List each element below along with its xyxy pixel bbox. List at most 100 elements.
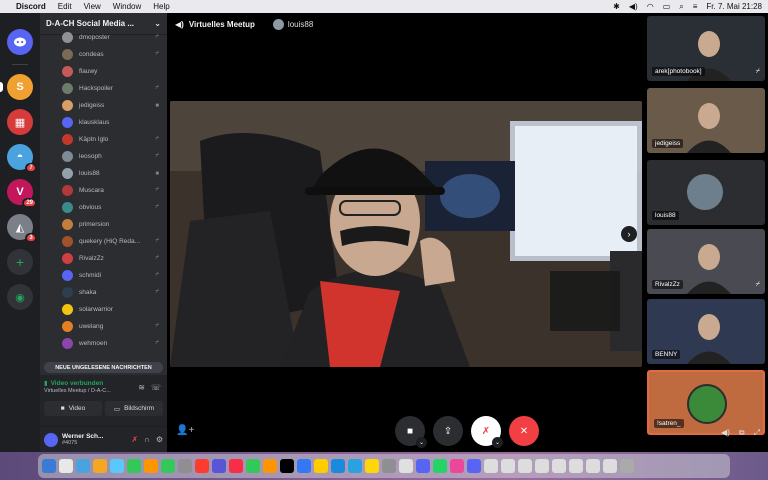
dock-app-icon[interactable] — [212, 459, 226, 473]
server-icon-flag[interactable]: ▦ — [7, 109, 33, 135]
dock-app-icon[interactable] — [110, 459, 124, 473]
dock-app-icon[interactable] — [314, 459, 328, 473]
dock-app-icon[interactable] — [399, 459, 413, 473]
voice-member[interactable]: shaka ⌿ — [40, 284, 167, 301]
participant-tile[interactable]: arek[photobook] ⌿ — [647, 16, 765, 81]
dock-app-icon[interactable] — [552, 459, 566, 473]
voice-member[interactable]: klausklaus — [40, 114, 167, 131]
menu-view[interactable]: View — [84, 2, 101, 11]
voice-member[interactable]: uwelang ⌿ — [40, 318, 167, 335]
dock-app-icon[interactable] — [450, 459, 464, 473]
voice-member[interactable]: louis88 ■ — [40, 165, 167, 182]
dock-app-icon[interactable] — [144, 459, 158, 473]
dock-app-icon[interactable] — [246, 459, 260, 473]
dock-app-icon[interactable] — [620, 459, 634, 473]
explore-servers-icon[interactable]: ◉ — [7, 284, 33, 310]
main-video-feed[interactable] — [170, 101, 642, 367]
control-center-icon[interactable]: ≡ — [693, 2, 698, 11]
participant-tile[interactable]: louis88 — [647, 160, 765, 225]
dock-app-icon[interactable] — [297, 459, 311, 473]
dock-app-icon[interactable] — [433, 459, 447, 473]
chevron-down-icon[interactable]: ⌄ — [416, 437, 427, 448]
voice-member[interactable]: jedigeiss ■ — [40, 97, 167, 114]
voice-member[interactable]: primersion — [40, 216, 167, 233]
dock-app-icon[interactable] — [331, 459, 345, 473]
headphones-icon[interactable]: ∩ — [144, 435, 150, 444]
fullscreen-icon[interactable]: ⤢ — [754, 428, 760, 438]
participant-tile[interactable]: !satren_ — [647, 370, 765, 435]
voice-member[interactable]: solarwarrior — [40, 301, 167, 318]
voice-member[interactable]: leosoph ⌿ — [40, 148, 167, 165]
dock-app-icon[interactable] — [416, 459, 430, 473]
wifi-icon[interactable]: ◠ — [647, 2, 654, 11]
dock-app-icon[interactable] — [59, 459, 73, 473]
server-icon-hat[interactable]: ◓ 7 — [7, 144, 37, 173]
server-icon-v[interactable]: V 29 — [7, 179, 37, 208]
dock-app-icon[interactable] — [535, 459, 549, 473]
dock-app-icon[interactable] — [603, 459, 617, 473]
menu-window[interactable]: Window — [113, 2, 141, 11]
add-person-icon[interactable]: 👤+ — [176, 425, 194, 436]
mic-muted-icon[interactable]: ✗ — [131, 435, 138, 444]
voice-member[interactable]: schmidi ⌿ — [40, 267, 167, 284]
dock-app-icon[interactable] — [569, 459, 583, 473]
voice-member[interactable]: dmoposter ⌿ — [40, 29, 167, 46]
discord-home-icon[interactable] — [7, 29, 33, 55]
dock-app-icon[interactable] — [501, 459, 515, 473]
dock-app-icon[interactable] — [195, 459, 209, 473]
volume-icon[interactable]: ◀) — [721, 428, 730, 438]
battery-icon[interactable]: ▭ — [663, 2, 671, 11]
voice-member[interactable]: Hackspoiler ⌿ — [40, 80, 167, 97]
video-button[interactable]: ■ Video — [44, 401, 102, 416]
voice-member[interactable]: obvious ⌿ — [40, 199, 167, 216]
server-icon-bird[interactable]: ◭ 3 — [7, 214, 37, 243]
menu-help[interactable]: Help — [153, 2, 169, 11]
voice-member[interactable]: wehmoen ⌿ — [40, 335, 167, 352]
menubar-clock[interactable]: Fr. 7. Mai 21:28 — [706, 2, 762, 11]
noise-suppression-icon[interactable]: ≋ — [138, 383, 145, 392]
menu-app-name[interactable]: Discord — [16, 2, 46, 11]
disconnect-icon[interactable]: ☏ — [151, 383, 161, 392]
mic-toggle-button[interactable]: ✗ ⌄ — [471, 416, 503, 448]
voice-member[interactable]: quekery (HiQ Reda... ⌿ — [40, 233, 167, 250]
voice-member[interactable]: condeas ⌿ — [40, 46, 167, 63]
server-icon-orange[interactable]: S — [0, 74, 33, 100]
camera-toggle-button[interactable]: ■ ⌄ — [395, 416, 427, 448]
dock-app-icon[interactable] — [484, 459, 498, 473]
add-server-icon[interactable]: + — [7, 249, 33, 275]
unread-messages-button[interactable]: NEUE UNGELESENE NACHRICHTEN — [44, 362, 163, 373]
bluetooth-icon[interactable]: ✱ — [613, 2, 620, 11]
dock-app-icon[interactable] — [348, 459, 362, 473]
settings-gear-icon[interactable]: ⚙ — [156, 435, 163, 444]
dock-app-icon[interactable] — [178, 459, 192, 473]
dock-app-icon[interactable] — [76, 459, 90, 473]
voice-member[interactable]: Muscara ⌿ — [40, 182, 167, 199]
menu-edit[interactable]: Edit — [58, 2, 72, 11]
dock-app-icon[interactable] — [127, 459, 141, 473]
dock-app-icon[interactable] — [586, 459, 600, 473]
avatar[interactable] — [44, 432, 58, 447]
dock-app-icon[interactable] — [263, 459, 277, 473]
chevron-down-icon[interactable]: ⌄ — [492, 437, 503, 448]
leave-call-button[interactable]: ✕ — [509, 416, 539, 446]
screen-share-button[interactable]: ▭ Bildschirm — [105, 401, 163, 416]
voice-member[interactable]: flauwy — [40, 63, 167, 80]
dock-app-icon[interactable] — [229, 459, 243, 473]
voice-member[interactable]: RivalzZz ⌿ — [40, 250, 167, 267]
participant-tile[interactable]: jedigeiss — [647, 88, 765, 153]
dock-app-icon[interactable] — [518, 459, 532, 473]
dock-app-icon[interactable] — [365, 459, 379, 473]
dock-app-icon[interactable] — [382, 459, 396, 473]
popout-icon[interactable]: ⧉ — [739, 428, 745, 438]
dock-app-icon[interactable] — [280, 459, 294, 473]
volume-icon[interactable]: ◀) — [629, 2, 638, 11]
voice-member[interactable]: Käptn Iglo ⌿ — [40, 131, 167, 148]
participant-tile[interactable]: BENNY — [647, 299, 765, 364]
screen-share-control[interactable]: ⇪ — [433, 416, 463, 446]
dock-app-icon[interactable] — [161, 459, 175, 473]
dock-app-icon[interactable] — [93, 459, 107, 473]
participant-tile[interactable]: RivalzZz ⌿ — [647, 229, 765, 294]
dock-app-icon[interactable] — [42, 459, 56, 473]
dock-app-icon[interactable] — [467, 459, 481, 473]
next-video-button[interactable]: › — [621, 226, 637, 242]
